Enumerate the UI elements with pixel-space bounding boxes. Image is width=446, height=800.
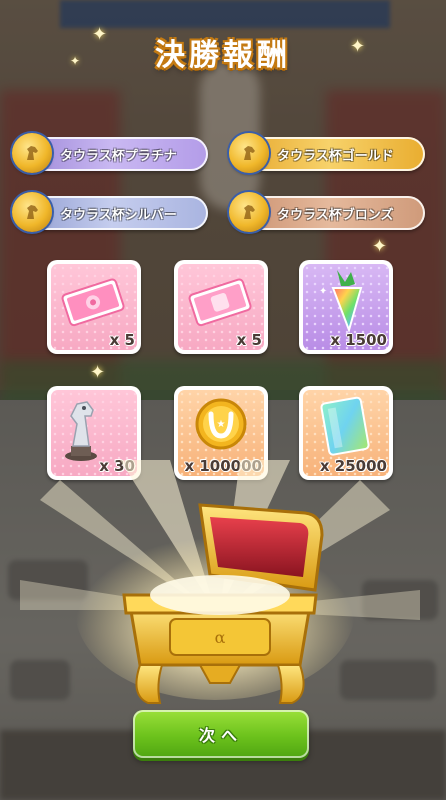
next-button-label: 次へ (198, 726, 243, 745)
page-title: 決勝報酬 (155, 38, 291, 73)
horse-medal-icon (12, 133, 52, 173)
sparkle-icon: ✦ (350, 36, 366, 57)
svg-text:α: α (215, 628, 226, 647)
sparkle-icon: ✦ (70, 54, 81, 68)
treasure-chest-icon: α (122, 503, 324, 704)
horse-medal-icon (229, 192, 269, 232)
cup-pill-platinum[interactable]: タウラス杯プラチナ (12, 133, 208, 173)
cup-pill-gold[interactable]: タウラス杯ゴールド (229, 133, 425, 173)
horse-medal-icon (12, 192, 52, 232)
sparkle-icon: ✦ (90, 362, 106, 383)
reward-quantity: x 1500 (330, 331, 387, 349)
cup-label: タウラス杯プラチナ (60, 148, 177, 164)
next-button[interactable]: 次へ (133, 710, 309, 758)
cup-label: タウラス杯シルバー (60, 207, 177, 223)
sparkle-icon: ✦ (92, 24, 108, 45)
svg-text:✦: ✦ (319, 286, 327, 297)
horse-medal-icon (229, 133, 269, 173)
reward-quantity: x 5 (109, 331, 135, 349)
svg-text:★: ★ (217, 419, 226, 430)
cup-label: タウラス杯ゴールド (277, 148, 394, 164)
cup-pill-silver[interactable]: タウラス杯シルバー (12, 192, 208, 232)
sparkle-icon: ✦ (372, 236, 388, 257)
cup-label: タウラス杯ブロンズ (277, 207, 394, 223)
reward-tile-pink-ticket[interactable]: x 5 (47, 260, 141, 354)
cup-pill-bronze[interactable]: タウラス杯ブロンズ (229, 192, 425, 232)
reward-tile-rainbow-carrot[interactable]: ✦ x 1500 (299, 260, 393, 354)
reward-tile-pink-ticket-2[interactable]: x 5 (174, 260, 268, 354)
reward-quantity: x 5 (236, 331, 262, 349)
